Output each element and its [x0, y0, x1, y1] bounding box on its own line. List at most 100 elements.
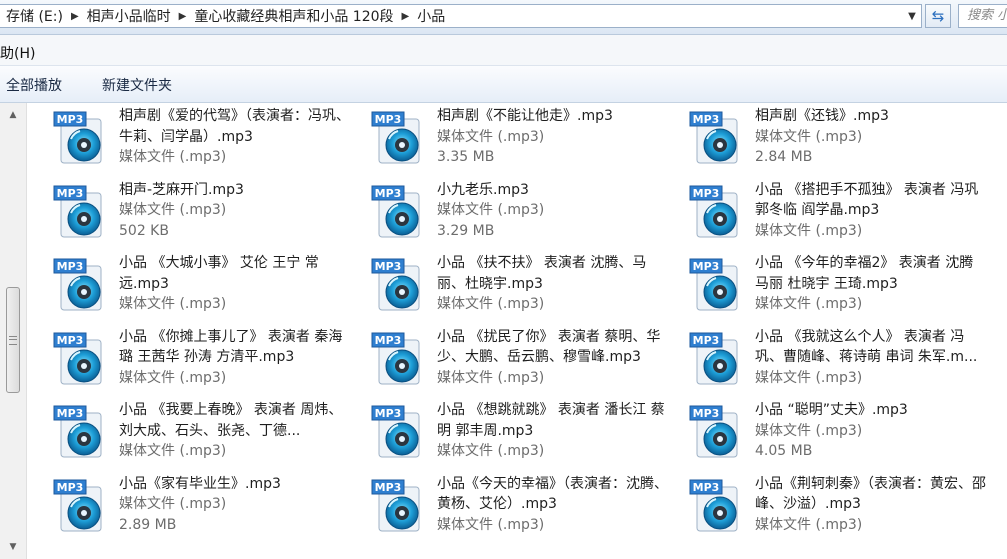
file-type: 媒体文件 (.mp3): [119, 369, 227, 386]
file-item[interactable]: MP3 小品 《我要上春晚》 表演者 周炜、刘大成、石头、张尧、丁德... 媒体文件…: [27, 397, 345, 469]
file-name: 相声剧《爱的代驾》（表演者：冯巩、牛莉、闫学晶）.mp3: [119, 108, 350, 145]
mp3-icon-label: MP3: [375, 481, 402, 494]
breadcrumb-folder-2[interactable]: 童心收藏经典相声和小品 120段: [188, 6, 399, 26]
mp3-file-icon: MP3: [371, 477, 427, 533]
mp3-icon-label: MP3: [693, 334, 720, 347]
breadcrumb-drive[interactable]: 存储 (E:): [0, 6, 69, 26]
file-type: 媒体文件 (.mp3): [437, 443, 545, 459]
file-item[interactable]: MP3 小品 《搭把手不孤独》 表演者 冯巩 郭冬临 阎学晶.mp3 媒体文件 (.…: [663, 177, 981, 249]
file-size: 2.89 MB: [119, 516, 177, 533]
file-type: 媒体文件 (.mp3): [119, 202, 227, 218]
file-name: 小品《荆轲刺秦》（表演者：黄宏、邵峰、沙溢）.mp3: [755, 475, 986, 513]
mp3-file-icon: MP3: [53, 403, 109, 459]
chevron-right-icon[interactable]: ▶: [177, 11, 189, 22]
refresh-icon: ⇆: [931, 7, 945, 25]
file-type: 媒体文件 (.mp3): [755, 516, 863, 533]
refresh-button[interactable]: ⇆: [925, 4, 951, 28]
mp3-icon-label: MP3: [57, 334, 84, 347]
mp3-file-icon: MP3: [53, 183, 109, 239]
file-name: 小品《家有毕业生》.mp3: [119, 475, 281, 492]
breadcrumb-current[interactable]: 小品: [411, 6, 451, 26]
mp3-icon-label: MP3: [375, 407, 402, 420]
file-type: 媒体文件 (.mp3): [437, 128, 545, 145]
breadcrumb-folder-1[interactable]: 相声小品临时: [81, 6, 177, 26]
file-name: 小品 《想跳就跳》 表演者 潘长江 蔡明 郭丰周.mp3: [437, 402, 665, 439]
mp3-file-icon: MP3: [689, 330, 745, 386]
file-name: 小品 《我要上春晚》 表演者 周炜、刘大成、石头、张尧、丁德...: [119, 402, 343, 439]
file-size: 4.05 MB: [755, 443, 813, 459]
mp3-file-icon: MP3: [689, 256, 745, 312]
file-item[interactable]: MP3 小九老乐.mp3 媒体文件 (.mp3) 3.29 MB: [345, 177, 663, 249]
mp3-icon-label: MP3: [375, 187, 402, 200]
file-item[interactable]: MP3 相声剧《还钱》.mp3 媒体文件 (.mp3) 2.84 MB: [663, 103, 981, 175]
mp3-file-icon: MP3: [371, 403, 427, 459]
file-name: 小品 《扶不扶》 表演者 沈腾、马丽、杜晓宇.mp3: [437, 255, 647, 292]
chevron-right-icon[interactable]: ▶: [400, 11, 412, 22]
mp3-icon-label: MP3: [693, 113, 720, 126]
file-item[interactable]: MP3 小品 《扰民了你》 表演者 蔡明、华少、大鹏、岳云鹏、穆雪峰.mp3 媒体文…: [345, 324, 663, 396]
scroll-thumb[interactable]: [6, 287, 20, 393]
address-dropdown-icon[interactable]: ▼: [905, 11, 919, 23]
mp3-icon-label: MP3: [375, 334, 402, 347]
file-size: 3.29 MB: [437, 222, 495, 239]
file-item[interactable]: MP3 小品 《今年的幸福2》 表演者 沈腾 马丽 杜晓宇 王琦.mp3 媒体文件 …: [663, 250, 981, 322]
mp3-file-icon: MP3: [53, 477, 109, 533]
mp3-file-icon: MP3: [689, 477, 745, 533]
mp3-icon-label: MP3: [693, 407, 720, 420]
chevron-right-icon[interactable]: ▶: [69, 11, 81, 22]
mp3-icon-label: MP3: [693, 481, 720, 494]
file-item[interactable]: MP3 小品 《你摊上事儿了》 表演者 秦海璐 王茜华 孙涛 方清平.mp3 媒体文…: [27, 324, 345, 396]
file-item[interactable]: MP3 小品 《大城小事》 艾伦 王宁 常远.mp3 媒体文件 (.mp3): [27, 250, 345, 322]
mp3-file-icon: MP3: [53, 330, 109, 386]
file-size: 2.84 MB: [755, 149, 813, 165]
file-item[interactable]: MP3 小品《家有毕业生》.mp3 媒体文件 (.mp3) 2.89 MB: [27, 471, 345, 543]
file-name: 小品《今天的幸福》（表演者：沈腾、黄杨、艾伦）.mp3: [437, 475, 668, 513]
file-item[interactable]: MP3 相声-芝麻开门.mp3 媒体文件 (.mp3) 502 KB: [27, 177, 345, 249]
file-name: 相声剧《还钱》.mp3: [755, 108, 889, 124]
breadcrumb[interactable]: 存储 (E:) ▶ 相声小品临时 ▶ 童心收藏经典相声和小品 120段 ▶ 小品…: [0, 4, 922, 28]
file-item[interactable]: MP3 小品《荆轲刺秦》（表演者：黄宏、邵峰、沙溢）.mp3 媒体文件 (.mp3): [663, 471, 986, 543]
new-folder-button[interactable]: 新建文件夹: [102, 75, 172, 95]
mp3-file-icon: MP3: [689, 403, 745, 459]
mp3-file-icon: MP3: [53, 109, 109, 165]
file-type: 媒体文件 (.mp3): [755, 369, 863, 386]
file-type: 媒体文件 (.mp3): [755, 422, 863, 439]
file-item[interactable]: MP3 相声剧《爱的代驾》（表演者：冯巩、牛莉、闫学晶）.mp3 媒体文件 (.mp…: [27, 103, 350, 175]
mp3-file-icon: MP3: [371, 330, 427, 386]
file-item[interactable]: MP3 小品 《我就这么个人》 表演者 冯巩、曹随峰、蒋诗萌 串词 朱军.m...…: [663, 324, 981, 396]
file-item[interactable]: MP3 小品 《想跳就跳》 表演者 潘长江 蔡明 郭丰周.mp3 媒体文件 (.mp…: [345, 397, 665, 469]
mp3-icon-label: MP3: [375, 260, 402, 273]
file-name: 相声-芝麻开门.mp3: [119, 181, 244, 198]
file-type: 媒体文件 (.mp3): [119, 149, 227, 165]
file-type: 媒体文件 (.mp3): [755, 296, 863, 312]
mp3-file-icon: MP3: [371, 109, 427, 165]
command-toolbar: 全部播放 新建文件夹: [0, 66, 1007, 103]
file-item[interactable]: MP3 小品 “聪明”丈夫》.mp3 媒体文件 (.mp3) 4.05 MB: [663, 397, 981, 469]
file-name: 小品 《今年的幸福2》 表演者 沈腾 马丽 杜晓宇 王琦.mp3: [755, 255, 974, 292]
file-type: 媒体文件 (.mp3): [119, 443, 227, 459]
address-bar: 存储 (E:) ▶ 相声小品临时 ▶ 童心收藏经典相声和小品 120段 ▶ 小品…: [0, 0, 1007, 35]
mp3-icon-label: MP3: [57, 481, 84, 494]
play-all-button[interactable]: 全部播放: [6, 75, 62, 95]
file-type: 媒体文件 (.mp3): [437, 369, 545, 386]
search-input[interactable]: 搜索 小品: [958, 4, 1007, 28]
file-item[interactable]: MP3 小品 《扶不扶》 表演者 沈腾、马丽、杜晓宇.mp3 媒体文件 (.mp3): [345, 250, 663, 322]
scroll-down-arrow-icon[interactable]: ▼: [5, 539, 21, 555]
file-name: 小品 《你摊上事儿了》 表演者 秦海璐 王茜华 孙涛 方清平.mp3: [119, 328, 343, 366]
mp3-file-icon: MP3: [53, 256, 109, 312]
mp3-file-icon: MP3: [371, 256, 427, 312]
file-type: 媒体文件 (.mp3): [755, 222, 863, 239]
scroll-up-arrow-icon[interactable]: ▲: [5, 107, 21, 123]
file-name: 小品 《扰民了你》 表演者 蔡明、华少、大鹏、岳云鹏、穆雪峰.mp3: [437, 328, 661, 366]
file-item[interactable]: MP3 相声剧《不能让他走》.mp3 媒体文件 (.mp3) 3.35 MB: [345, 103, 663, 175]
menu-help[interactable]: 助(H): [0, 43, 35, 63]
vertical-scrollbar[interactable]: ▲ ▼: [0, 103, 27, 559]
file-item[interactable]: MP3 小品《今天的幸福》（表演者：沈腾、黄杨、艾伦）.mp3 媒体文件 (.mp3…: [345, 471, 668, 543]
mp3-icon-label: MP3: [57, 113, 84, 126]
file-name: 相声剧《不能让他走》.mp3: [437, 108, 613, 124]
file-type: 媒体文件 (.mp3): [119, 496, 227, 512]
file-size: 3.35 MB: [437, 149, 495, 165]
mp3-icon-label: MP3: [57, 260, 84, 273]
file-type: 媒体文件 (.mp3): [119, 296, 227, 312]
file-type: 媒体文件 (.mp3): [437, 516, 545, 533]
